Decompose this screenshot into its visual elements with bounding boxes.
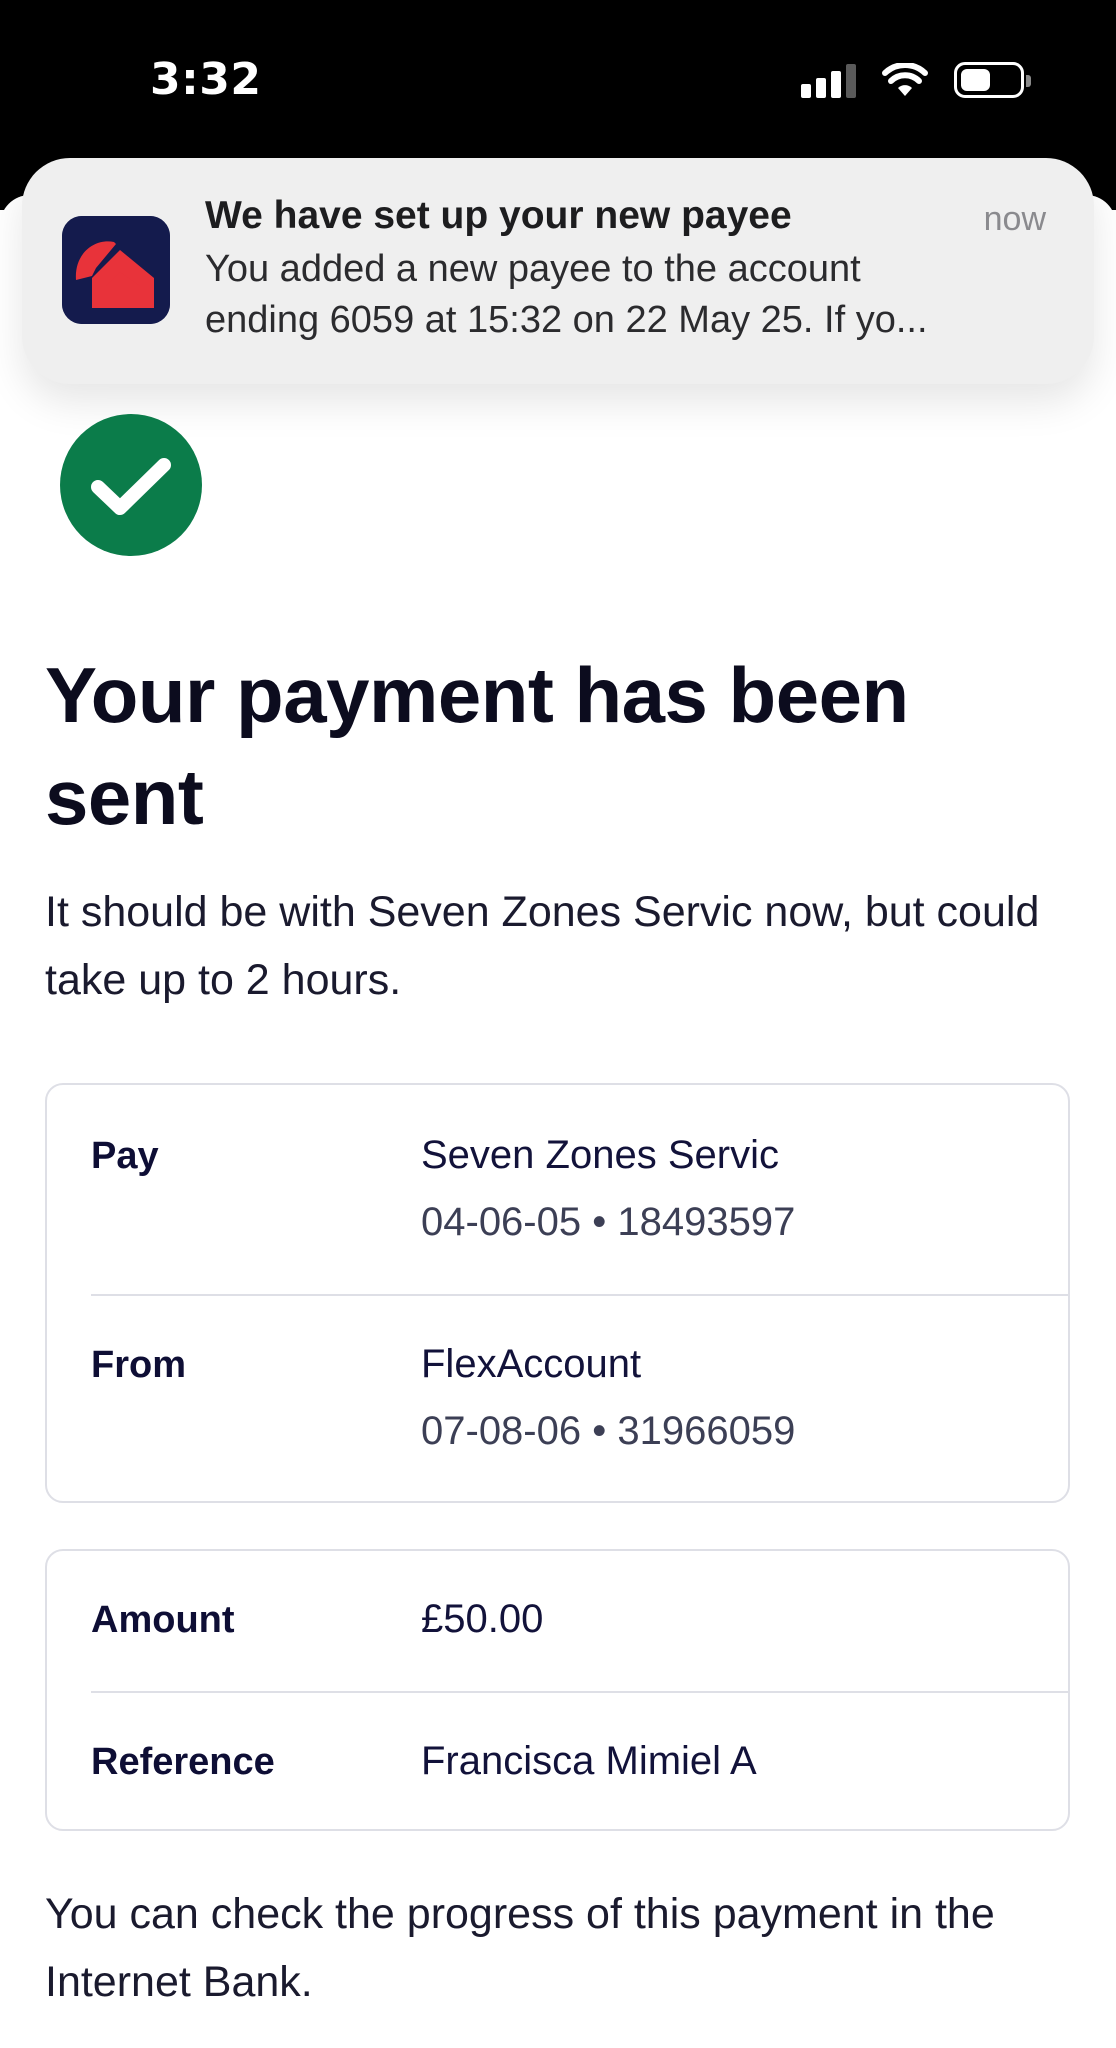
amount-value: £50.00 (421, 1597, 544, 1641)
bank-app-icon (62, 216, 170, 324)
payee-account: 04-06-05 • 18493597 (421, 1200, 796, 1244)
notification-banner[interactable]: We have set up your new payee now You ad… (22, 158, 1094, 384)
pay-label: Pay (91, 1135, 159, 1177)
battery-icon (954, 62, 1031, 98)
battery-level (961, 69, 990, 91)
intro-text: It should be with Seven Zones Servic now… (45, 888, 1040, 1004)
reference-value: Francisca Mimiel A (421, 1739, 757, 1783)
amount-label: Amount (91, 1599, 235, 1641)
notification-title: We have set up your new payee (205, 194, 792, 237)
notification-body: You added a new payee to the account end… (205, 244, 1065, 346)
notification-body-line: ending 6059 at 15:32 on 22 May 25. If yo… (205, 299, 928, 341)
progress-info-text: You can check the progress of this payme… (45, 1890, 995, 2006)
payment-details-card: Pay Seven Zones Servic 04-06-05 • 184935… (45, 1083, 1070, 1503)
signal-icon (801, 62, 856, 98)
notification-time: now (983, 200, 1046, 238)
reference-label: Reference (91, 1741, 275, 1783)
amount-row: Amount £50.00 (47, 1551, 1068, 1691)
from-account-number: 07-08-06 • 31966059 (421, 1409, 796, 1453)
screen: 3:32 We have set up your new payee now Y… (0, 0, 1116, 2048)
notification-body-line: You added a new payee to the account (205, 248, 861, 290)
success-checkmark-icon (60, 414, 202, 556)
page-title: Your payment has been sent (45, 651, 909, 841)
from-label: From (91, 1344, 186, 1386)
status-time: 3:32 (150, 54, 262, 105)
amount-details-card: Amount £50.00 Reference Francisca Mimiel… (45, 1549, 1070, 1831)
status-icons (801, 62, 1031, 98)
wifi-icon (882, 63, 928, 96)
from-account-name: FlexAccount (421, 1342, 642, 1386)
reference-row: Reference Francisca Mimiel A (47, 1693, 1068, 1829)
from-row: From FlexAccount 07-08-06 • 31966059 (47, 1296, 1068, 1501)
pay-row: Pay Seven Zones Servic 04-06-05 • 184935… (47, 1085, 1068, 1294)
payee-name: Seven Zones Servic (421, 1133, 779, 1177)
